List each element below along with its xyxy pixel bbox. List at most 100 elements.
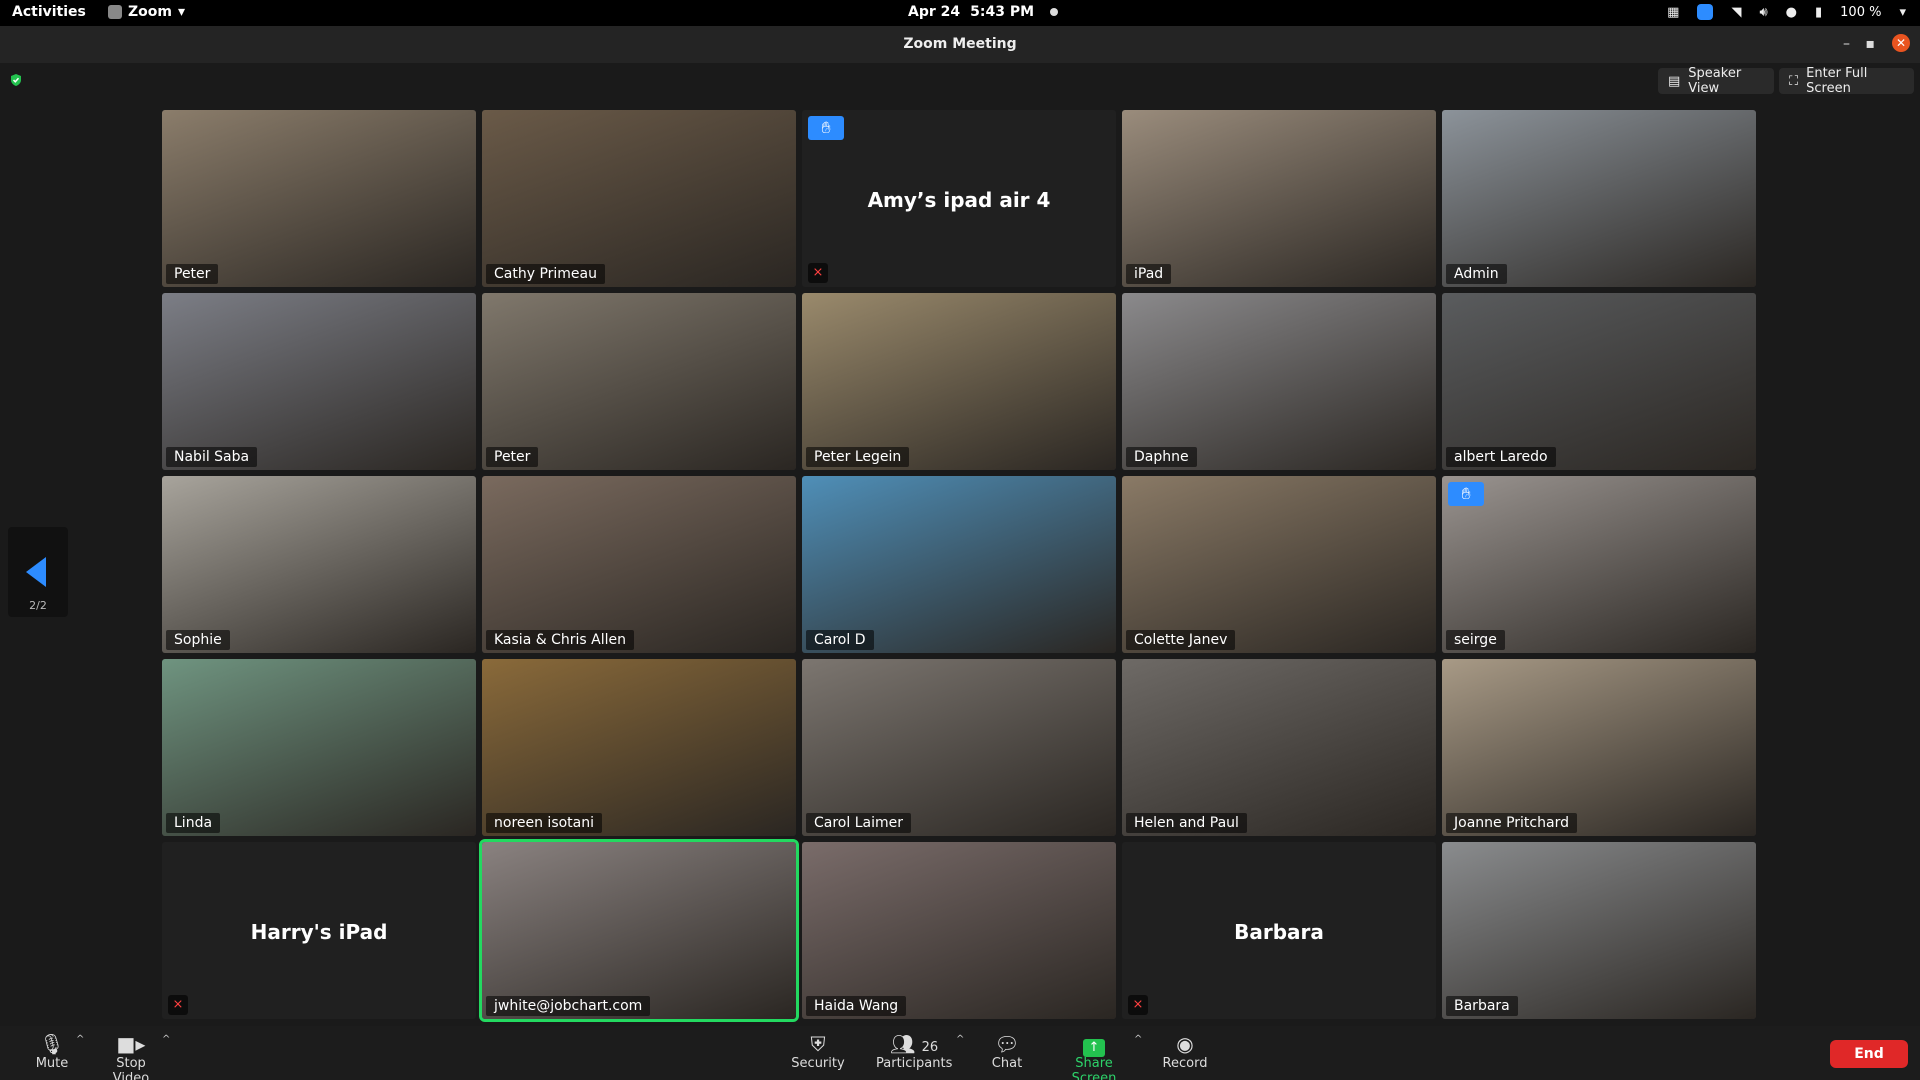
chevron-down-icon: ▾ [177,4,186,20]
participant-tile[interactable]: Carol D [802,476,1116,653]
audio-options-caret-icon[interactable]: ^ [76,1034,84,1045]
raised-hand-icon: ✋︎ [1448,482,1484,506]
battery-icon: ▮ [1815,4,1823,20]
participant-video [802,659,1116,836]
full-screen-label: Enter Full Screen [1806,66,1868,96]
participant-name-label: Carol D [806,630,874,650]
participant-video [482,476,796,653]
window-title-bar: Zoom Meeting – ▪ ✕ [0,26,1920,63]
participant-tile[interactable]: Peter Legein [802,293,1116,470]
participant-video [1442,476,1756,653]
window-title: Zoom Meeting [903,36,1017,52]
enter-full-screen-button[interactable]: ⛶ Enter Full Screen [1779,66,1914,96]
participant-tile[interactable]: Linda [162,659,476,836]
security-button[interactable]: ⛨ Security [790,1032,846,1071]
chat-button[interactable]: 💬︎ Chat [984,1032,1030,1071]
activities-button[interactable]: Activities [12,4,86,20]
clock[interactable]: Apr 24 5:43 PM [908,4,1059,20]
participant-name-label: Peter [166,264,219,284]
participant-tile[interactable]: Kasia & Chris Allen [482,476,796,653]
participant-tile[interactable]: Amy’s ipad air 4 ✋︎ ⨯ [802,110,1116,287]
participant-video [1442,659,1756,836]
meeting-toolbar: 🎙︎ Mute ^ ■▸ Stop Video ^ ⛨ Security 👥︎ … [0,1026,1920,1080]
participant-video [162,659,476,836]
participant-tile[interactable]: Harry's iPad ⨯ [162,842,476,1019]
participant-video [1122,476,1436,653]
participant-tile[interactable]: Sophie [162,476,476,653]
participants-caret-icon[interactable]: ^ [956,1034,964,1045]
participant-name-label: Joanne Pritchard [1446,813,1577,833]
previous-page-button[interactable]: 2/2 [8,527,68,617]
record-button[interactable]: ◉ Record [1160,1032,1210,1071]
participant-display-name: Barbara [1234,920,1324,944]
participant-tile[interactable]: Daphne [1122,293,1436,470]
video-gallery: Peter Cathy Primeau Amy’s ipad air 4 ✋︎ ⨯ iPa… [162,110,1760,1022]
share-options-caret-icon[interactable]: ^ [1134,1034,1142,1045]
participant-name-label: noreen isotani [486,813,603,833]
minimize-icon[interactable]: – [1843,36,1850,52]
participant-tile[interactable]: Haida Wang [802,842,1116,1019]
zoom-tray-icon[interactable] [1697,4,1714,20]
app-menu[interactable]: Zoom ▾ [108,4,185,20]
workspace-icon[interactable]: ▦ [1667,5,1679,20]
notification-dot-icon [1050,8,1059,16]
close-icon[interactable]: ✕ [1892,34,1910,52]
participant-tile[interactable]: Peter [482,293,796,470]
battery-label: 100 % [1840,4,1882,20]
participant-tile[interactable]: Barbara [1442,842,1756,1019]
video-options-caret-icon[interactable]: ^ [162,1034,170,1045]
participant-video [802,842,1116,1019]
participant-tile[interactable]: noreen isotani [482,659,796,836]
participants-count: 26 [921,1040,939,1055]
mute-label: Mute [35,1056,69,1071]
participant-video [1442,293,1756,470]
shield-check-icon[interactable] [9,73,23,87]
participants-button[interactable]: 👥︎ 26 Participants ^ [876,1032,964,1071]
participant-tile[interactable]: Carol Laimer [802,659,1116,836]
participant-tile[interactable]: albert Laredo [1442,293,1756,470]
end-meeting-button[interactable]: End [1830,1040,1908,1068]
share-screen-label: Share Screen [1071,1056,1117,1080]
participant-tile[interactable]: Barbara ⨯ [1122,842,1436,1019]
participant-name-label: Helen and Paul [1126,813,1247,833]
participant-video [802,293,1116,470]
participant-name-label: Admin [1446,264,1507,284]
security-label: Security [791,1056,845,1071]
mute-button[interactable]: 🎙︎ Mute ^ [32,1032,85,1071]
muted-microphone-icon: ⨯ [808,263,828,283]
participant-tile[interactable]: Helen and Paul [1122,659,1436,836]
volume-icon: 🔊︎ [1759,4,1768,20]
stop-video-button[interactable]: ■▸ Stop Video ^ [96,1032,171,1080]
clock-date: Apr 24 [908,4,961,20]
share-screen-button[interactable]: ↑ Share Screen ^ [1052,1032,1143,1080]
participant-video [1122,293,1436,470]
participant-name-label: Barbara [1446,996,1518,1016]
system-tray[interactable]: ▦ ◥ 🔊︎ ● ▮ 100 % ▾ [1667,4,1906,20]
system-top-bar: Activities Zoom ▾ Apr 24 5:43 PM ▦ ◥ 🔊︎ … [0,0,1920,26]
participant-name-label: Colette Janev [1126,630,1236,650]
participant-name-label: Sophie [166,630,230,650]
participant-video [482,293,796,470]
participant-video [1122,110,1436,287]
participant-tile[interactable]: Admin [1442,110,1756,287]
participant-tile[interactable]: Joanne Pritchard [1442,659,1756,836]
participant-name-label: Kasia & Chris Allen [486,630,634,650]
participant-tile[interactable]: Peter [162,110,476,287]
participant-video [482,659,796,836]
participant-name-label: albert Laredo [1446,447,1556,467]
participant-video [1122,659,1436,836]
maximize-icon[interactable]: ▪ [1866,36,1876,52]
record-icon: ◉ [1176,1032,1194,1056]
participant-tile[interactable]: Colette Janev [1122,476,1436,653]
participant-name-label: Peter [486,447,539,467]
muted-microphone-icon: ⨯ [168,995,188,1015]
participant-tile[interactable]: iPad [1122,110,1436,287]
participant-tile[interactable]: Cathy Primeau [482,110,796,287]
participant-tile[interactable]: Nabil Saba [162,293,476,470]
speaker-view-button[interactable]: ▤ Speaker View [1658,66,1774,96]
participant-tile[interactable]: ✋︎ seirge [1442,476,1756,653]
stop-video-label: Stop Video [112,1056,150,1080]
participant-tile[interactable]: jwhite@jobchart.com [479,839,799,1022]
participant-name-label: Nabil Saba [166,447,258,467]
page-indicator: 2/2 [29,599,47,612]
